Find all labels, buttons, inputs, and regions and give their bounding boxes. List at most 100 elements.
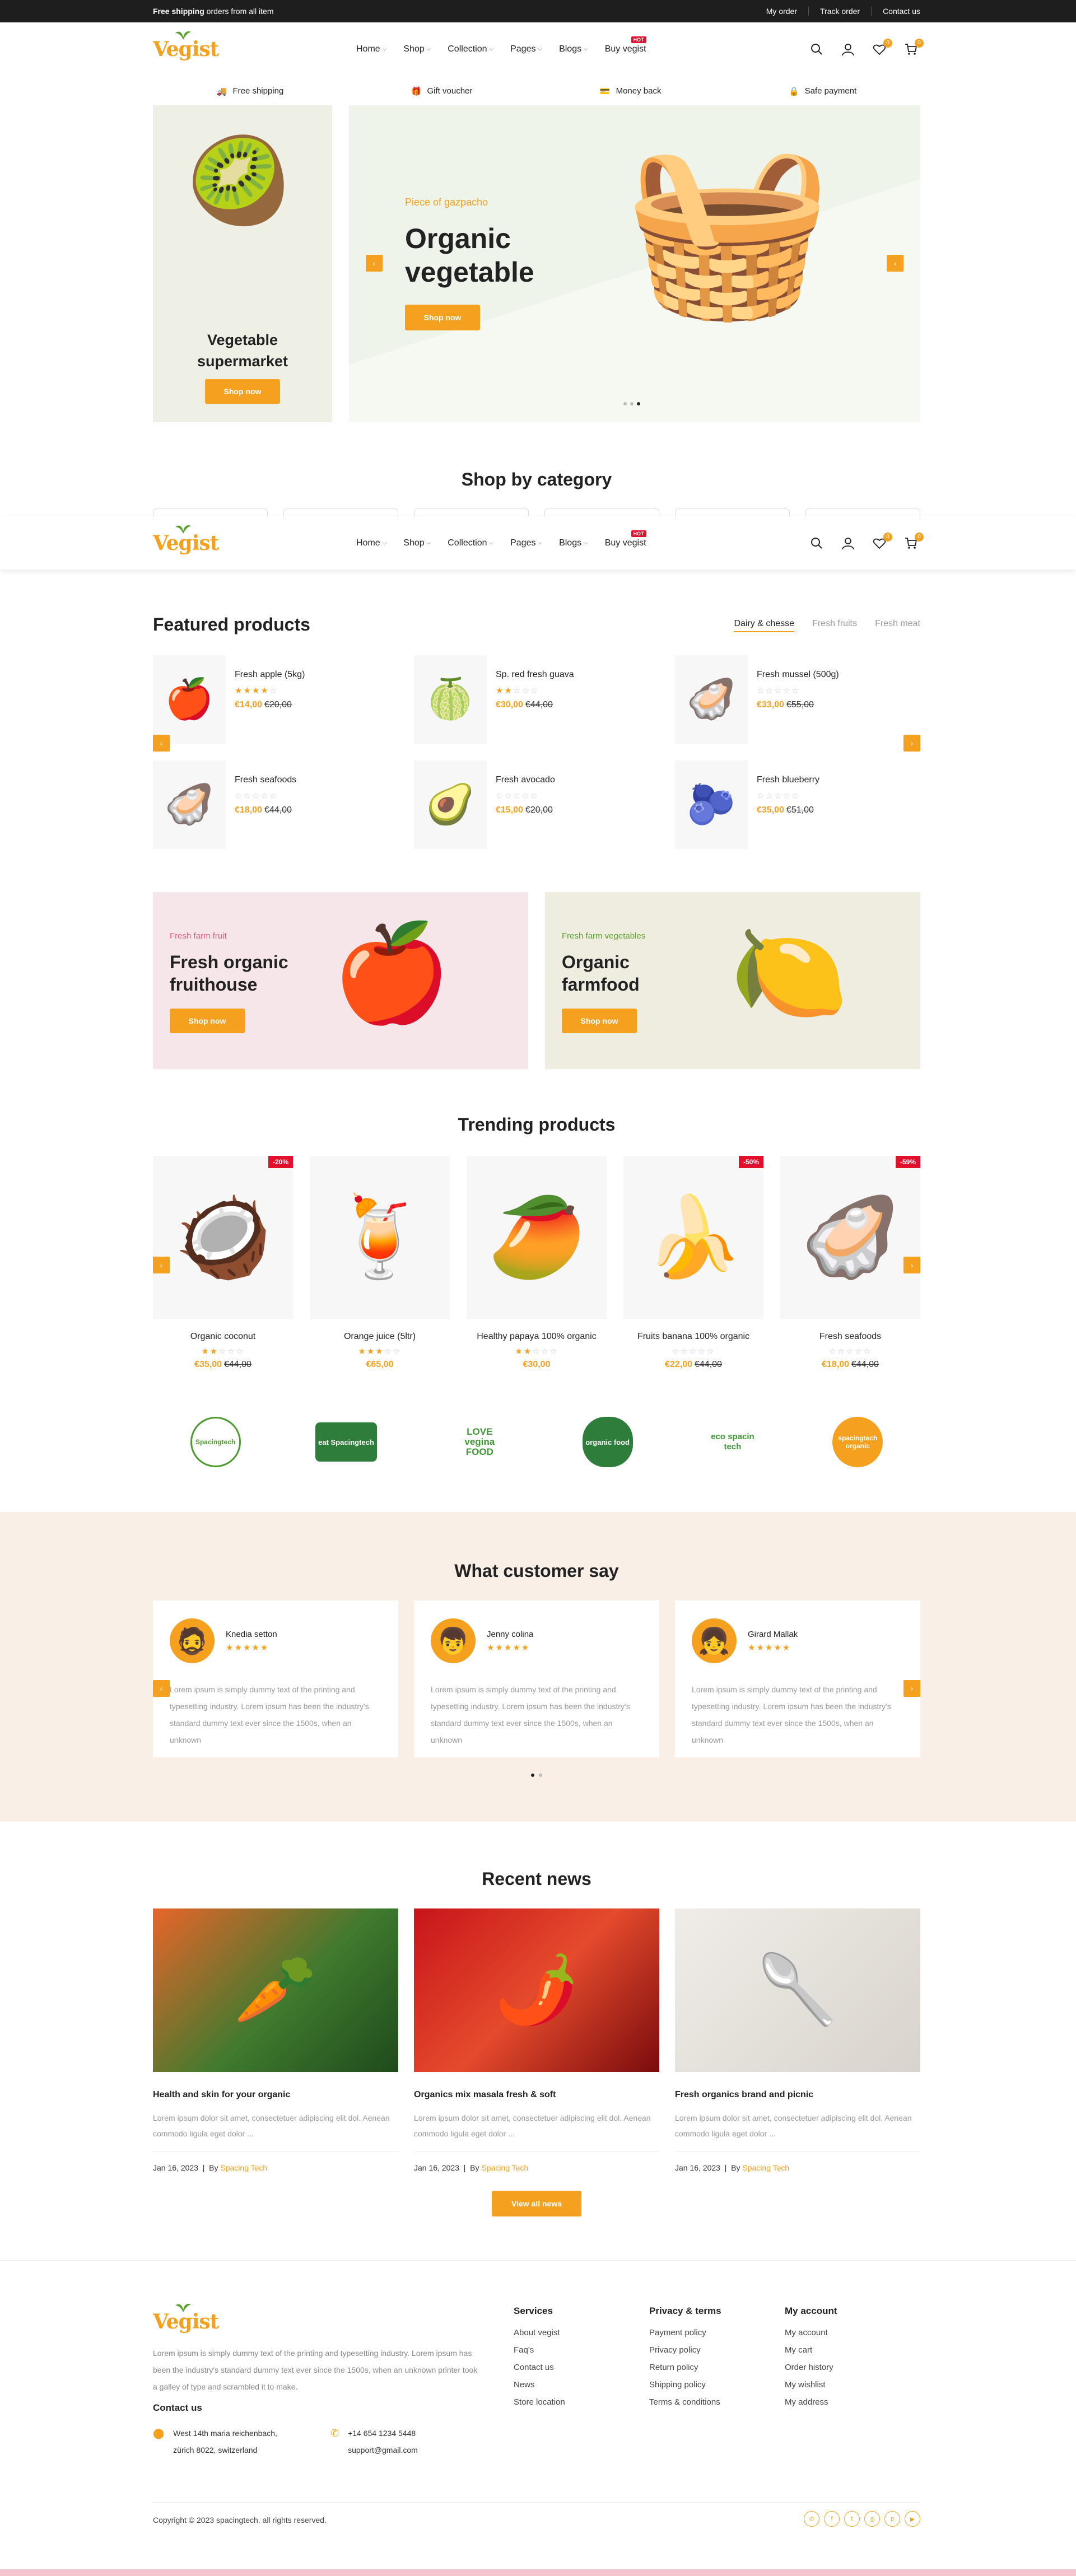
promo-banner-fruit[interactable]: Fresh farm fruit Fresh organic fruithous… xyxy=(153,892,528,1069)
cart-icon[interactable]: 0 xyxy=(901,532,924,553)
top-link-my-order[interactable]: My order xyxy=(755,7,809,16)
footer-link[interactable]: Return policy xyxy=(649,2363,785,2372)
news-card[interactable]: 🥕 Health and skin for your organic Lorem… xyxy=(153,1908,398,2177)
footer-link[interactable]: Payment policy xyxy=(649,2328,785,2337)
nav-pages[interactable]: Pages ⌵ xyxy=(510,538,542,548)
trending-product-card[interactable]: 🥥 -20% Organic coconut ★★☆☆☆ €35,00 €44,00 xyxy=(153,1156,293,1380)
nav-home[interactable]: Home ⌵ xyxy=(356,44,386,54)
nav-home[interactable]: Home ⌵ xyxy=(356,538,386,548)
phone-number[interactable]: +14 654 1234 5448 xyxy=(348,2425,418,2442)
footer-link[interactable]: About vegist xyxy=(514,2328,649,2337)
slider-dot[interactable] xyxy=(630,402,634,405)
product-name[interactable]: Healthy papaya 100% organic xyxy=(467,1332,607,1342)
left-banner[interactable]: 🥝 Vegetable supermarket Shop now xyxy=(153,105,332,422)
news-title[interactable]: Fresh organics brand and picnic xyxy=(675,2090,920,2100)
top-link-track-order[interactable]: Track order xyxy=(809,7,872,16)
product-name[interactable]: Orange juice (5ltr) xyxy=(310,1332,450,1342)
featured-product-card[interactable]: 🍈 Sp. red fresh guava ★★☆☆☆ €30,00 €44,00 xyxy=(414,655,660,744)
product-image[interactable]: 🦪 xyxy=(153,760,226,849)
trending-product-card[interactable]: 🦪 -59% Fresh seafoods ☆☆☆☆☆ €18,00 €44,00 xyxy=(780,1156,920,1380)
nav-collection[interactable]: Collection ⌵ xyxy=(448,538,493,548)
brand-logo[interactable]: eco spacin tech xyxy=(707,1417,758,1467)
brand-logo[interactable]: LOVE vegina FOOD xyxy=(451,1417,507,1467)
wishlist-icon[interactable]: 0 xyxy=(870,532,892,553)
news-author[interactable]: Spacing Tech xyxy=(481,2163,528,2172)
product-image[interactable]: 🍈 xyxy=(414,655,487,744)
news-card[interactable]: 🥄 Fresh organics brand and picnic Lorem … xyxy=(675,1908,920,2177)
news-card[interactable]: 🌶️ Organics mix masala fresh & soft Lore… xyxy=(414,1908,659,2177)
footer-link[interactable]: My address xyxy=(785,2397,920,2407)
cart-icon[interactable]: 0 xyxy=(901,38,924,59)
trending-product-card[interactable]: 🍹 Orange juice (5ltr) ★★★☆☆ €65,00 xyxy=(310,1156,450,1380)
hero-shop-button[interactable]: Shop now xyxy=(405,305,480,330)
footer-link[interactable]: Terms & conditions xyxy=(649,2397,785,2407)
product-name[interactable]: Fresh mussel (500g) xyxy=(757,670,839,680)
product-name[interactable]: Sp. red fresh guava xyxy=(496,670,574,680)
twitter-icon[interactable]: t xyxy=(844,2511,860,2527)
product-name[interactable]: Fruits banana 100% organic xyxy=(623,1332,763,1342)
product-name[interactable]: Organic coconut xyxy=(153,1332,293,1342)
footer-link[interactable]: Faq's xyxy=(514,2345,649,2355)
footer-link[interactable]: Shipping policy xyxy=(649,2380,785,2390)
product-image[interactable]: 🦪 xyxy=(675,655,748,744)
search-icon[interactable] xyxy=(807,40,826,59)
news-image[interactable]: 🌶️ xyxy=(414,1908,659,2072)
wishlist-icon[interactable]: 0 xyxy=(870,38,892,59)
footer-link[interactable]: Contact us xyxy=(514,2363,649,2372)
email-address[interactable]: support@gmail.com xyxy=(348,2442,418,2458)
pinterest-icon[interactable]: p xyxy=(884,2511,900,2527)
tab-fresh-fruits[interactable]: Fresh fruits xyxy=(812,619,857,632)
brand-logo[interactable]: spacingtech organic xyxy=(832,1417,883,1467)
testimonial-prev-arrow[interactable]: ‹ xyxy=(153,1680,170,1697)
product-image[interactable]: 🥭 xyxy=(467,1156,607,1319)
news-author[interactable]: Spacing Tech xyxy=(742,2163,789,2172)
footer-link[interactable]: My cart xyxy=(785,2345,920,2355)
instagram-icon[interactable]: ◎ xyxy=(864,2511,880,2527)
promo-shop-button[interactable]: Shop now xyxy=(562,1009,637,1033)
footer-link[interactable]: Store location xyxy=(514,2397,649,2407)
brand-logo[interactable]: Spacingtech xyxy=(190,1417,241,1467)
promo-shop-button[interactable]: Shop now xyxy=(170,1009,245,1033)
product-image[interactable]: 🍌 -50% xyxy=(623,1156,763,1319)
product-name[interactable]: Fresh avocado xyxy=(496,775,555,785)
user-icon[interactable] xyxy=(839,534,858,553)
promo-banner-veg[interactable]: Fresh farm vegetables Organic farmfood S… xyxy=(545,892,920,1069)
product-name[interactable]: Fresh seafoods xyxy=(235,775,296,785)
nav-shop[interactable]: Shop ⌵ xyxy=(403,44,431,54)
footer-logo[interactable]: Vegist xyxy=(153,2304,219,2334)
featured-product-card[interactable]: 🦪 Fresh mussel (500g) ☆☆☆☆☆ €33,00 €55,00 xyxy=(675,655,921,744)
top-link-contact[interactable]: Contact us xyxy=(872,7,920,16)
nav-buy-vegist[interactable]: Buy vegist HOT xyxy=(605,530,646,548)
user-icon[interactable] xyxy=(839,40,858,59)
slider-dot[interactable] xyxy=(539,1774,542,1777)
nav-blogs[interactable]: Blogs ⌵ xyxy=(559,44,588,54)
footer-link[interactable]: My wishlist xyxy=(785,2380,920,2390)
trending-prev-arrow[interactable]: ‹ xyxy=(153,1257,170,1273)
featured-prev-arrow[interactable]: ‹ xyxy=(153,735,170,752)
hero-next-arrow[interactable]: › xyxy=(887,255,903,272)
product-image[interactable]: 🥑 xyxy=(414,760,487,849)
nav-shop[interactable]: Shop ⌵ xyxy=(403,538,431,548)
tab-fresh-meat[interactable]: Fresh meat xyxy=(875,619,920,632)
slider-dot[interactable] xyxy=(623,402,627,405)
hero-prev-arrow[interactable]: ‹ xyxy=(366,255,383,272)
news-title[interactable]: Organics mix masala fresh & soft xyxy=(414,2090,659,2100)
trending-product-card[interactable]: 🍌 -50% Fruits banana 100% organic ☆☆☆☆☆ €… xyxy=(623,1156,763,1380)
nav-collection[interactable]: Collection ⌵ xyxy=(448,44,493,54)
facebook-icon[interactable]: f xyxy=(824,2511,840,2527)
left-banner-shop-button[interactable]: Shop now xyxy=(205,379,280,404)
product-image[interactable]: 🥥 -20% xyxy=(153,1156,293,1319)
product-name[interactable]: Fresh blueberry xyxy=(757,775,819,785)
news-title[interactable]: Health and skin for your organic xyxy=(153,2090,398,2100)
search-icon[interactable] xyxy=(807,534,826,553)
featured-next-arrow[interactable]: › xyxy=(903,735,920,752)
product-image[interactable]: 🍎 xyxy=(153,655,226,744)
product-image[interactable]: 🦪 -59% xyxy=(780,1156,920,1319)
featured-product-card[interactable]: 🍎 Fresh apple (5kg) ★★★★☆ €14,00 €20,00 xyxy=(153,655,399,744)
featured-product-card[interactable]: 🦪 Fresh seafoods ☆☆☆☆☆ €18,00 €44,00 xyxy=(153,760,399,849)
sticky-logo[interactable]: Vegist xyxy=(153,525,219,555)
slider-dot-active[interactable] xyxy=(531,1774,534,1777)
featured-product-card[interactable]: 🥑 Fresh avocado ☆☆☆☆☆ €15,00 €20,00 xyxy=(414,760,660,849)
brand-logo[interactable]: organic food xyxy=(582,1417,633,1467)
news-image[interactable]: 🥕 xyxy=(153,1908,398,2072)
